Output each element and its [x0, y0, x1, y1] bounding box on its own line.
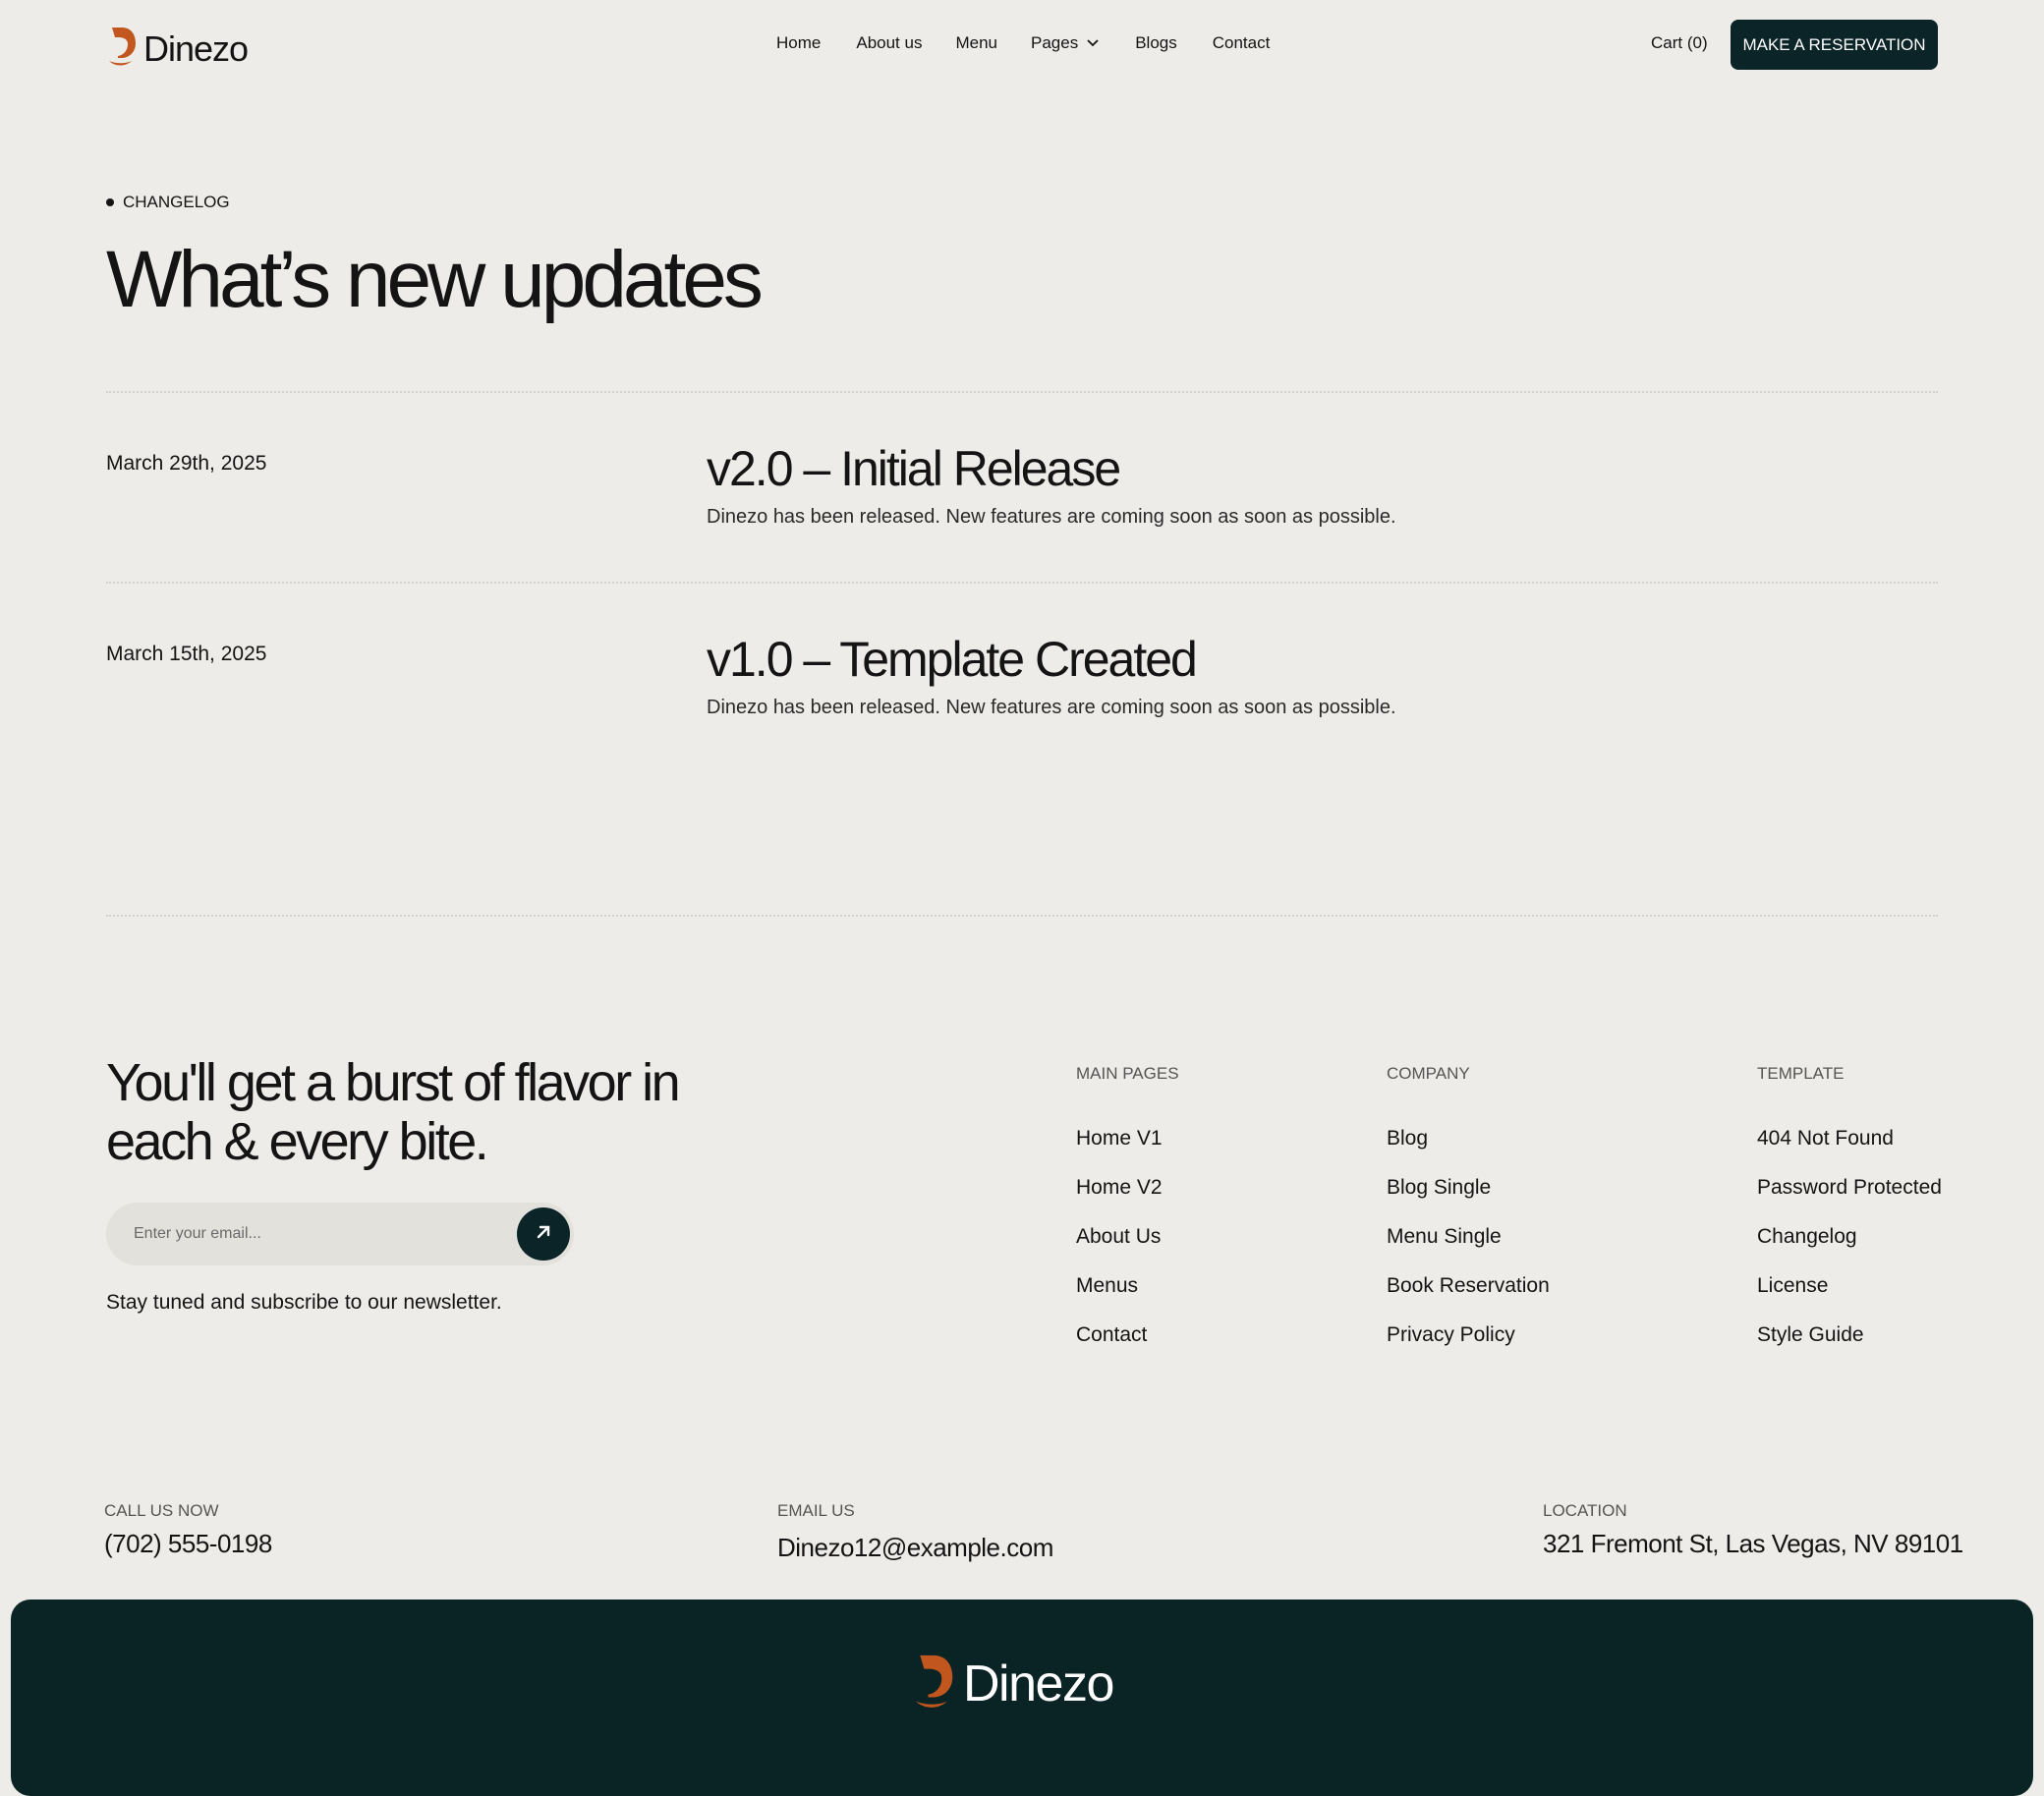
nav-contact[interactable]: Contact: [1213, 33, 1271, 53]
footer-column-company: COMPANY Blog Blog Single Menu Single Boo…: [1387, 1064, 1550, 1347]
contact-email: EMAIL US Dinezo12@example.com: [777, 1501, 1053, 1563]
nav-about-us[interactable]: About us: [856, 33, 922, 53]
changelog-eyebrow: CHANGELOG: [106, 193, 230, 212]
chevron-down-icon: [1086, 33, 1100, 53]
page-title: What’s new updates: [106, 235, 764, 324]
footer-tagline: You'll get a burst of flavor in each & e…: [106, 1053, 681, 1171]
bullet-dot-icon: [106, 198, 114, 206]
footer-link-book-reservation[interactable]: Book Reservation: [1387, 1274, 1550, 1298]
cart-link[interactable]: Cart (0): [1651, 33, 1708, 53]
column-heading: MAIN PAGES: [1076, 1064, 1179, 1083]
column-heading: COMPANY: [1387, 1064, 1470, 1083]
footer-column-template: TEMPLATE 404 Not Found Password Protecte…: [1757, 1064, 1942, 1347]
footer-link-home-v2[interactable]: Home V2: [1076, 1176, 1179, 1200]
footer-link-menu-single[interactable]: Menu Single: [1387, 1225, 1550, 1249]
nav-menu[interactable]: Menu: [955, 33, 997, 53]
footer-link-contact[interactable]: Contact: [1076, 1323, 1179, 1347]
phone-number[interactable]: (702) 555-0198: [104, 1529, 272, 1559]
entry-title: v1.0 – Template Created: [707, 632, 1198, 687]
footer-link-changelog[interactable]: Changelog: [1757, 1225, 1942, 1249]
footer-link-404[interactable]: 404 Not Found: [1757, 1127, 1942, 1151]
location-address: 321 Fremont St, Las Vegas, NV 89101: [1543, 1529, 1963, 1558]
divider: [106, 391, 1938, 393]
contact-call: CALL US NOW (702) 555-0198: [104, 1501, 272, 1559]
main-nav: Home About us Menu Pages Blogs Contact: [776, 33, 1270, 53]
location-label: LOCATION: [1543, 1501, 1627, 1520]
flame-d-logo-icon: [106, 24, 138, 74]
footer-link-style-guide[interactable]: Style Guide: [1757, 1323, 1942, 1347]
tagline-line-1: You'll get a burst of flavor in: [106, 1053, 681, 1112]
newsletter-note: Stay tuned and subscribe to our newslett…: [106, 1291, 502, 1314]
call-label: CALL US NOW: [104, 1501, 219, 1520]
footer-link-menus[interactable]: Menus: [1076, 1274, 1179, 1298]
footer-link-license[interactable]: License: [1757, 1274, 1942, 1298]
entry-description: Dinezo has been released. New features a…: [707, 506, 1396, 528]
tagline-line-2: each & every bite.: [106, 1112, 489, 1171]
footer-column-main-pages: MAIN PAGES Home V1 Home V2 About Us Menu…: [1076, 1064, 1179, 1347]
make-reservation-button[interactable]: MAKE A RESERVATION: [1731, 20, 1938, 70]
entry-date: March 29th, 2025: [106, 452, 267, 475]
entry-date: March 15th, 2025: [106, 643, 267, 665]
contact-location: LOCATION 321 Fremont St, Las Vegas, NV 8…: [1543, 1501, 1963, 1559]
email-label: EMAIL US: [777, 1501, 855, 1520]
brand-name: Dinezo: [143, 28, 249, 69]
divider: [106, 582, 1938, 584]
nav-blogs[interactable]: Blogs: [1135, 33, 1177, 53]
footer-link-password-protected[interactable]: Password Protected: [1757, 1176, 1942, 1200]
flame-d-logo-icon: [912, 1649, 955, 1718]
nav-home[interactable]: Home: [776, 33, 821, 53]
footer-link-blog-single[interactable]: Blog Single: [1387, 1176, 1550, 1200]
eyebrow-label: CHANGELOG: [123, 193, 230, 211]
email-address[interactable]: Dinezo12@example.com: [777, 1533, 1053, 1563]
footer-link-home-v1[interactable]: Home V1: [1076, 1127, 1179, 1151]
footer-brand-name: Dinezo: [963, 1655, 1114, 1712]
entry-title: v2.0 – Initial Release: [707, 441, 1121, 496]
newsletter-form: [106, 1203, 574, 1265]
column-heading: TEMPLATE: [1757, 1064, 1845, 1083]
arrow-up-right-icon: [535, 1223, 552, 1246]
email-input[interactable]: [132, 1213, 509, 1255]
nav-pages[interactable]: Pages: [1031, 33, 1100, 53]
footer-brand-logo[interactable]: Dinezo: [912, 1649, 1114, 1718]
entry-description: Dinezo has been released. New features a…: [707, 697, 1396, 718]
footer-link-about-us[interactable]: About Us: [1076, 1225, 1179, 1249]
footer-link-privacy-policy[interactable]: Privacy Policy: [1387, 1323, 1550, 1347]
divider: [106, 915, 1938, 917]
brand-logo[interactable]: Dinezo: [106, 24, 249, 74]
newsletter-submit-button[interactable]: [517, 1207, 570, 1261]
nav-pages-label: Pages: [1031, 33, 1079, 52]
footer-link-blog[interactable]: Blog: [1387, 1127, 1550, 1151]
